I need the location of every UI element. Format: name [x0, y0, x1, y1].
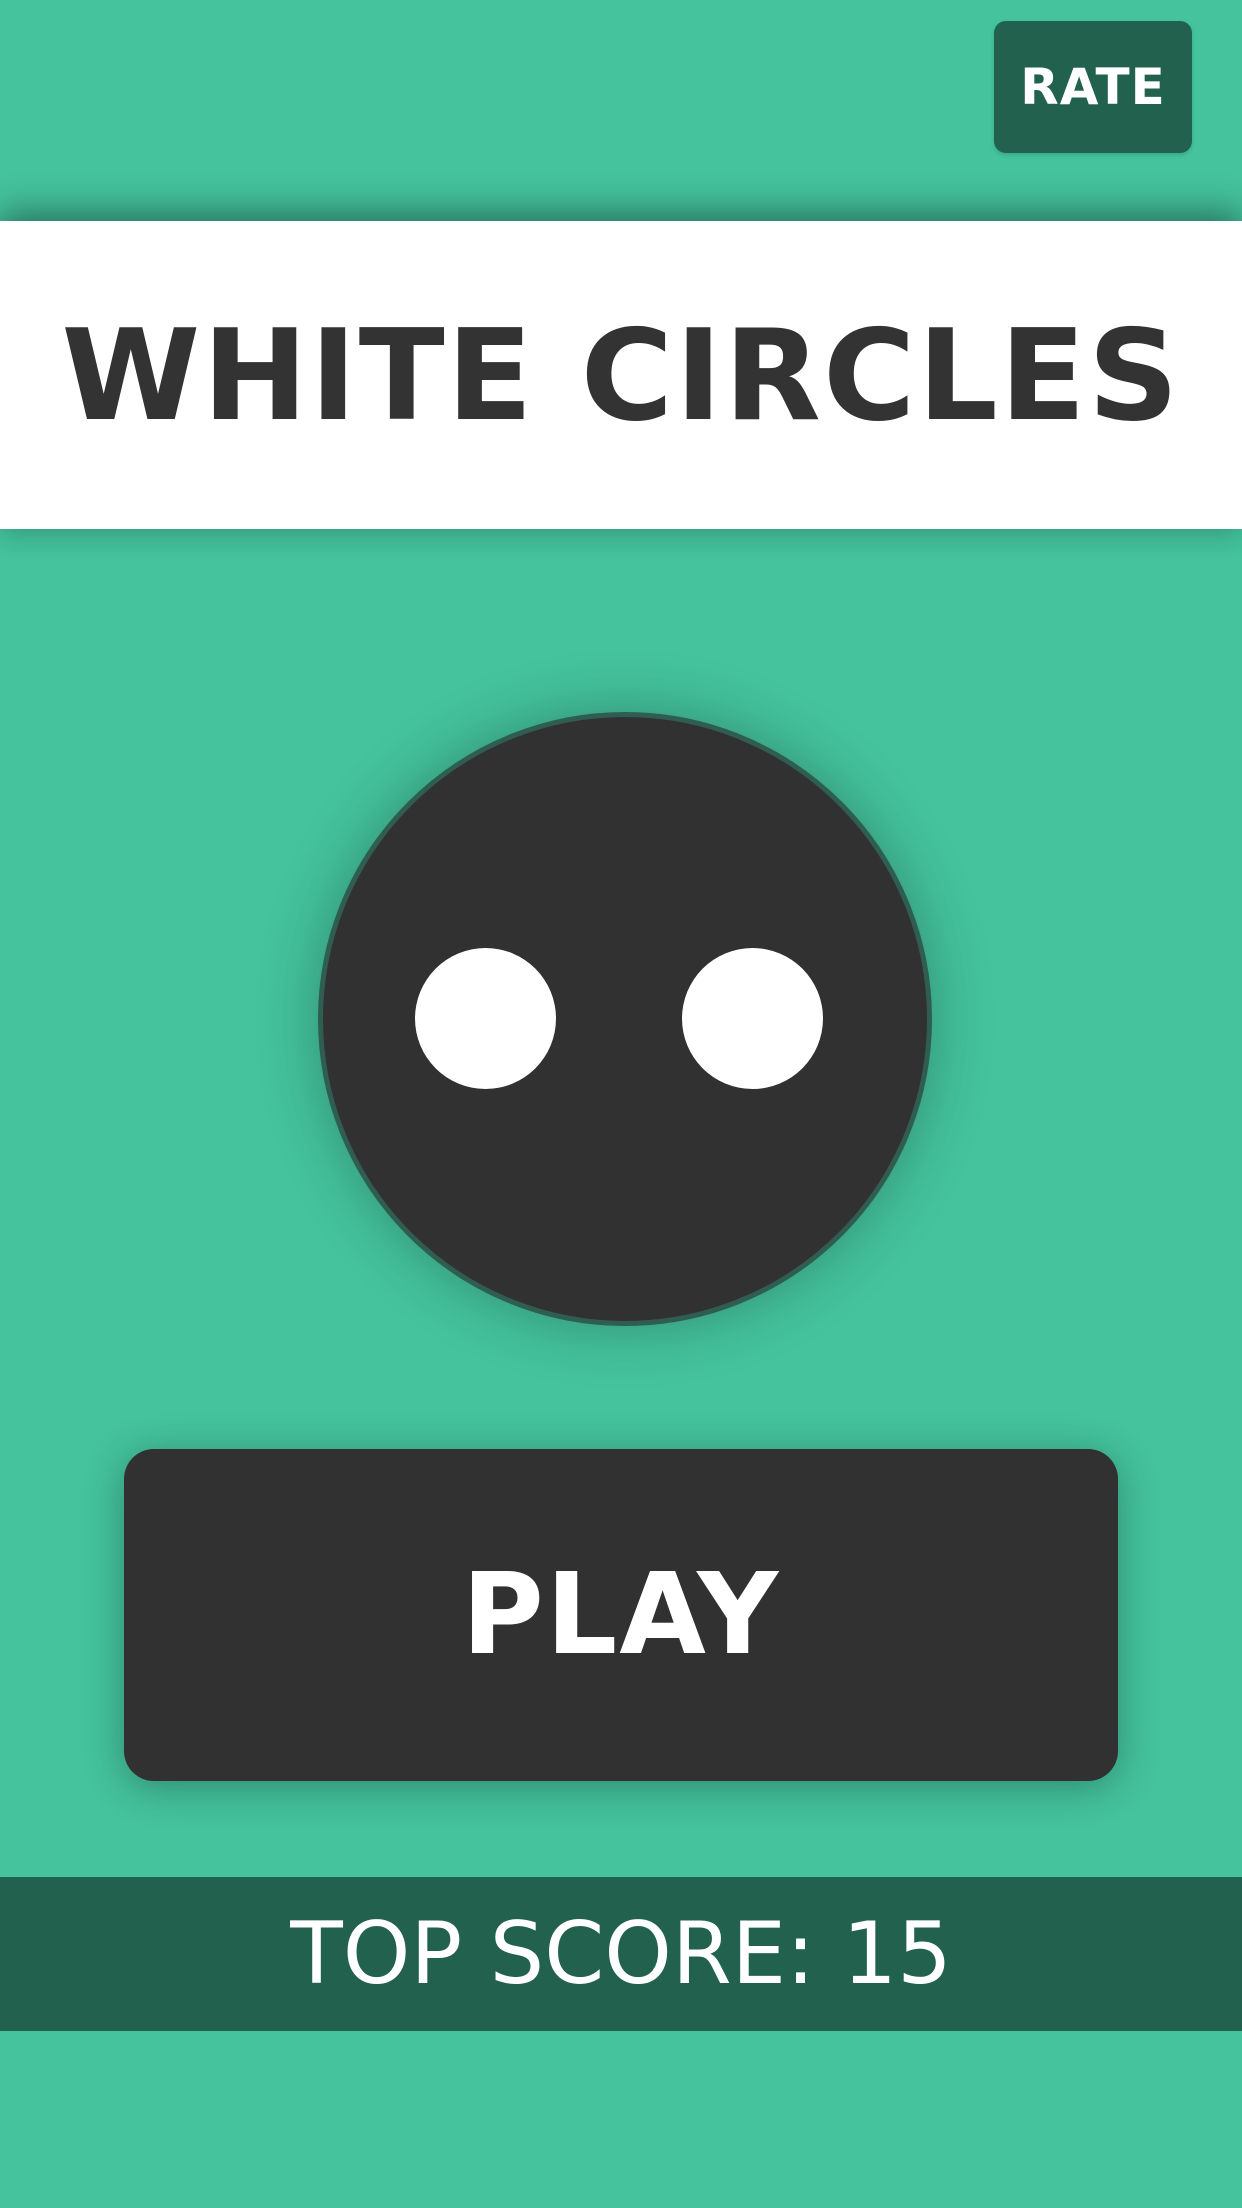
- left-eye-circle: [415, 948, 556, 1089]
- right-eye-circle: [682, 948, 823, 1089]
- game-title: WHITE CIRCLES: [61, 301, 1181, 449]
- top-score-label: TOP SCORE: 15: [290, 1904, 952, 2004]
- rate-button[interactable]: RATE: [994, 21, 1192, 153]
- title-banner: WHITE CIRCLES: [0, 221, 1242, 529]
- top-score-bar: TOP SCORE: 15: [0, 1877, 1242, 2031]
- logo-circle: [318, 712, 932, 1326]
- play-button[interactable]: PLAY: [124, 1449, 1118, 1781]
